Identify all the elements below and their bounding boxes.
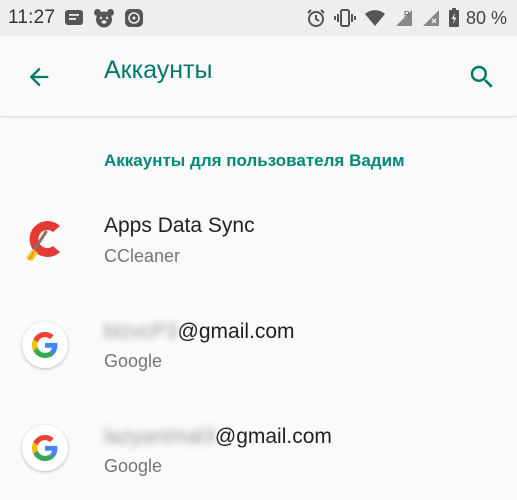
- status-left: 11:27: [8, 7, 144, 29]
- alarm-icon: [306, 8, 326, 28]
- google-icon: [22, 425, 68, 471]
- account-item-google-2[interactable]: lazyanimal3@gmail.com Google: [0, 403, 517, 495]
- search-icon: [467, 62, 497, 92]
- account-item-ccleaner[interactable]: Apps Data Sync CCleaner: [0, 194, 517, 286]
- ccleaner-icon: [22, 216, 68, 262]
- account-subtitle: CCleaner: [104, 246, 181, 266]
- vibrate-icon: [333, 8, 356, 28]
- account-subtitle: Google: [104, 456, 163, 476]
- search-button[interactable]: [464, 60, 500, 94]
- google-icon: [22, 322, 68, 368]
- page-title: Аккаунты: [104, 56, 213, 84]
- email-domain: @gmail.com: [177, 320, 295, 343]
- account-title: Apps Data Sync: [104, 214, 255, 237]
- email-domain: @gmail.com: [214, 425, 332, 448]
- account-item-google-1[interactable]: blzvcP3@gmail.com Google: [0, 298, 517, 390]
- signal-r-icon: R: [394, 8, 414, 28]
- message-icon: [64, 9, 84, 27]
- section-header: Аккаунты для пользователя Вадим: [104, 151, 405, 170]
- account-email: lazyanimal3@gmail.com: [104, 425, 332, 449]
- status-time: 11:27: [8, 7, 56, 28]
- back-button[interactable]: [22, 60, 56, 94]
- email-blurred-part: blzvcP3: [104, 320, 178, 343]
- battery-icon: [448, 8, 460, 28]
- account-email: blzvcP3@gmail.com: [104, 320, 295, 344]
- svg-text:R: R: [404, 10, 410, 19]
- wifi-icon: [364, 9, 386, 27]
- app-icon: [124, 8, 144, 28]
- bear-icon: [93, 8, 115, 28]
- email-blurred-part: lazyanimal3: [104, 425, 215, 448]
- arrow-back-icon: [25, 63, 53, 91]
- status-right: R 80 %: [306, 8, 507, 29]
- signal-icon: [422, 9, 440, 27]
- app-bar: Аккаунты: [0, 36, 517, 117]
- status-bar: 11:27 R 80 %: [0, 0, 517, 36]
- account-subtitle: Google: [104, 351, 163, 371]
- battery-percent: 80 %: [465, 7, 507, 28]
